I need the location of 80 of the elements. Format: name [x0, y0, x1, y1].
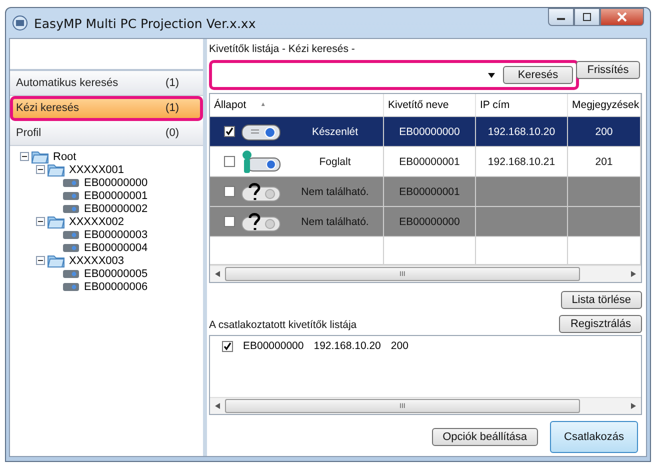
checkbox[interactable]: [224, 126, 235, 137]
checkbox[interactable]: [224, 216, 235, 227]
options-button[interactable]: Opciók beállítása: [432, 428, 538, 446]
scroll-left-icon[interactable]: [215, 403, 220, 409]
list-item-text: 192.168.10.20: [314, 340, 381, 352]
caret-icon: [488, 73, 495, 78]
projector-question-icon: [241, 210, 281, 232]
checkbox[interactable]: [224, 156, 235, 167]
search-button[interactable]: Keresés: [503, 66, 573, 84]
sidebar-item[interactable]: Kézi keresés (1): [10, 96, 203, 121]
connect-button[interactable]: Csatlakozás: [550, 421, 638, 453]
close-button[interactable]: [600, 8, 644, 26]
table-row[interactable]: Készenlét EB00000000 192.168.10.20 200: [210, 117, 641, 147]
folder-icon: [47, 162, 65, 176]
list-item-text: 200: [390, 340, 408, 352]
projector-question-icon: [241, 180, 281, 202]
table-row[interactable]: Nem található. EB00000001: [210, 177, 641, 207]
table-cell: EB00000001: [399, 156, 460, 168]
refresh-button[interactable]: Frissítés: [576, 61, 640, 79]
sidebar-item[interactable]: Automatikus keresés (1): [10, 71, 203, 96]
status-text: Nem található.: [300, 216, 370, 228]
folder-icon: [31, 150, 49, 164]
window-title: EasyMP Multi PC Projection Ver.x.xx: [34, 16, 256, 30]
list-item-text: EB00000000: [243, 340, 304, 352]
tree-item[interactable]: EB00000004: [84, 242, 148, 254]
projector-icon: [62, 190, 80, 202]
tree-item[interactable]: EB00000000: [84, 176, 148, 188]
scroll-right-icon[interactable]: [631, 271, 636, 277]
clear-list-button[interactable]: Lista törlése: [560, 291, 642, 309]
projector-icon: [62, 268, 80, 280]
projector-with-person-icon: [241, 150, 281, 174]
tree-item[interactable]: Root: [53, 150, 76, 162]
table-cell: 201: [595, 156, 613, 168]
table-row[interactable]: Nem található. EB00000000: [210, 207, 641, 237]
tree-item[interactable]: EB00000005: [84, 268, 148, 280]
section-label: Kivetítők listája - Kézi keresés -: [209, 43, 356, 57]
section-label: A csatlakoztatott kivetítők listája: [209, 319, 357, 333]
checkbox[interactable]: [224, 186, 235, 197]
tree-item[interactable]: EB00000001: [84, 190, 148, 202]
table-cell: 200: [595, 126, 613, 138]
scroll-left-icon[interactable]: [215, 271, 220, 277]
maximize-button[interactable]: [574, 8, 600, 26]
table-cell: EB00000000: [399, 126, 460, 138]
projector-icon: [241, 122, 281, 142]
scroll-right-icon[interactable]: [631, 403, 636, 409]
collapse-icon[interactable]: [36, 256, 45, 265]
tree-item[interactable]: XXXXX001: [69, 164, 124, 176]
sidebar-item[interactable]: Profil (0): [10, 121, 203, 146]
close-icon: [616, 12, 628, 22]
projector-icon: [62, 242, 80, 254]
tree-item[interactable]: EB00000002: [84, 202, 148, 214]
folder-icon: [47, 254, 65, 268]
tree-item[interactable]: XXXXX003: [69, 254, 124, 266]
table-cell: 192.168.10.21: [488, 156, 556, 168]
app-icon: [12, 15, 28, 31]
projector-icon: [62, 280, 80, 292]
status-text: Készenlét: [310, 126, 360, 138]
table-cell: 192.168.10.20: [488, 126, 556, 138]
tree-item[interactable]: EB00000006: [84, 280, 148, 292]
collapse-icon[interactable]: [20, 152, 29, 161]
projector-icon: [62, 202, 80, 214]
maximize-icon: [582, 13, 592, 21]
collapse-icon[interactable]: [36, 165, 45, 174]
tree-item[interactable]: EB00000003: [84, 228, 148, 240]
table-row[interactable]: Foglalt EB00000001 192.168.10.21 201: [210, 147, 641, 177]
column-header[interactable]: Megjegyzések: [568, 94, 641, 116]
projector-icon: [62, 176, 80, 188]
collapse-icon[interactable]: [36, 217, 45, 226]
column-header[interactable]: IP cím: [476, 94, 568, 116]
checkbox[interactable]: [222, 340, 233, 352]
projector-icon: [62, 228, 80, 240]
table-cell: EB00000000: [399, 216, 460, 228]
minimize-button[interactable]: [548, 8, 574, 26]
status-text: Nem található.: [300, 186, 370, 198]
register-button[interactable]: Regisztrálás: [559, 315, 642, 333]
table-cell: EB00000001: [399, 186, 460, 198]
folder-icon: [47, 214, 65, 228]
column-header[interactable]: Kivetítő neve: [384, 94, 476, 116]
tree-item[interactable]: XXXXX002: [69, 216, 124, 228]
status-text: Foglalt: [318, 156, 352, 168]
